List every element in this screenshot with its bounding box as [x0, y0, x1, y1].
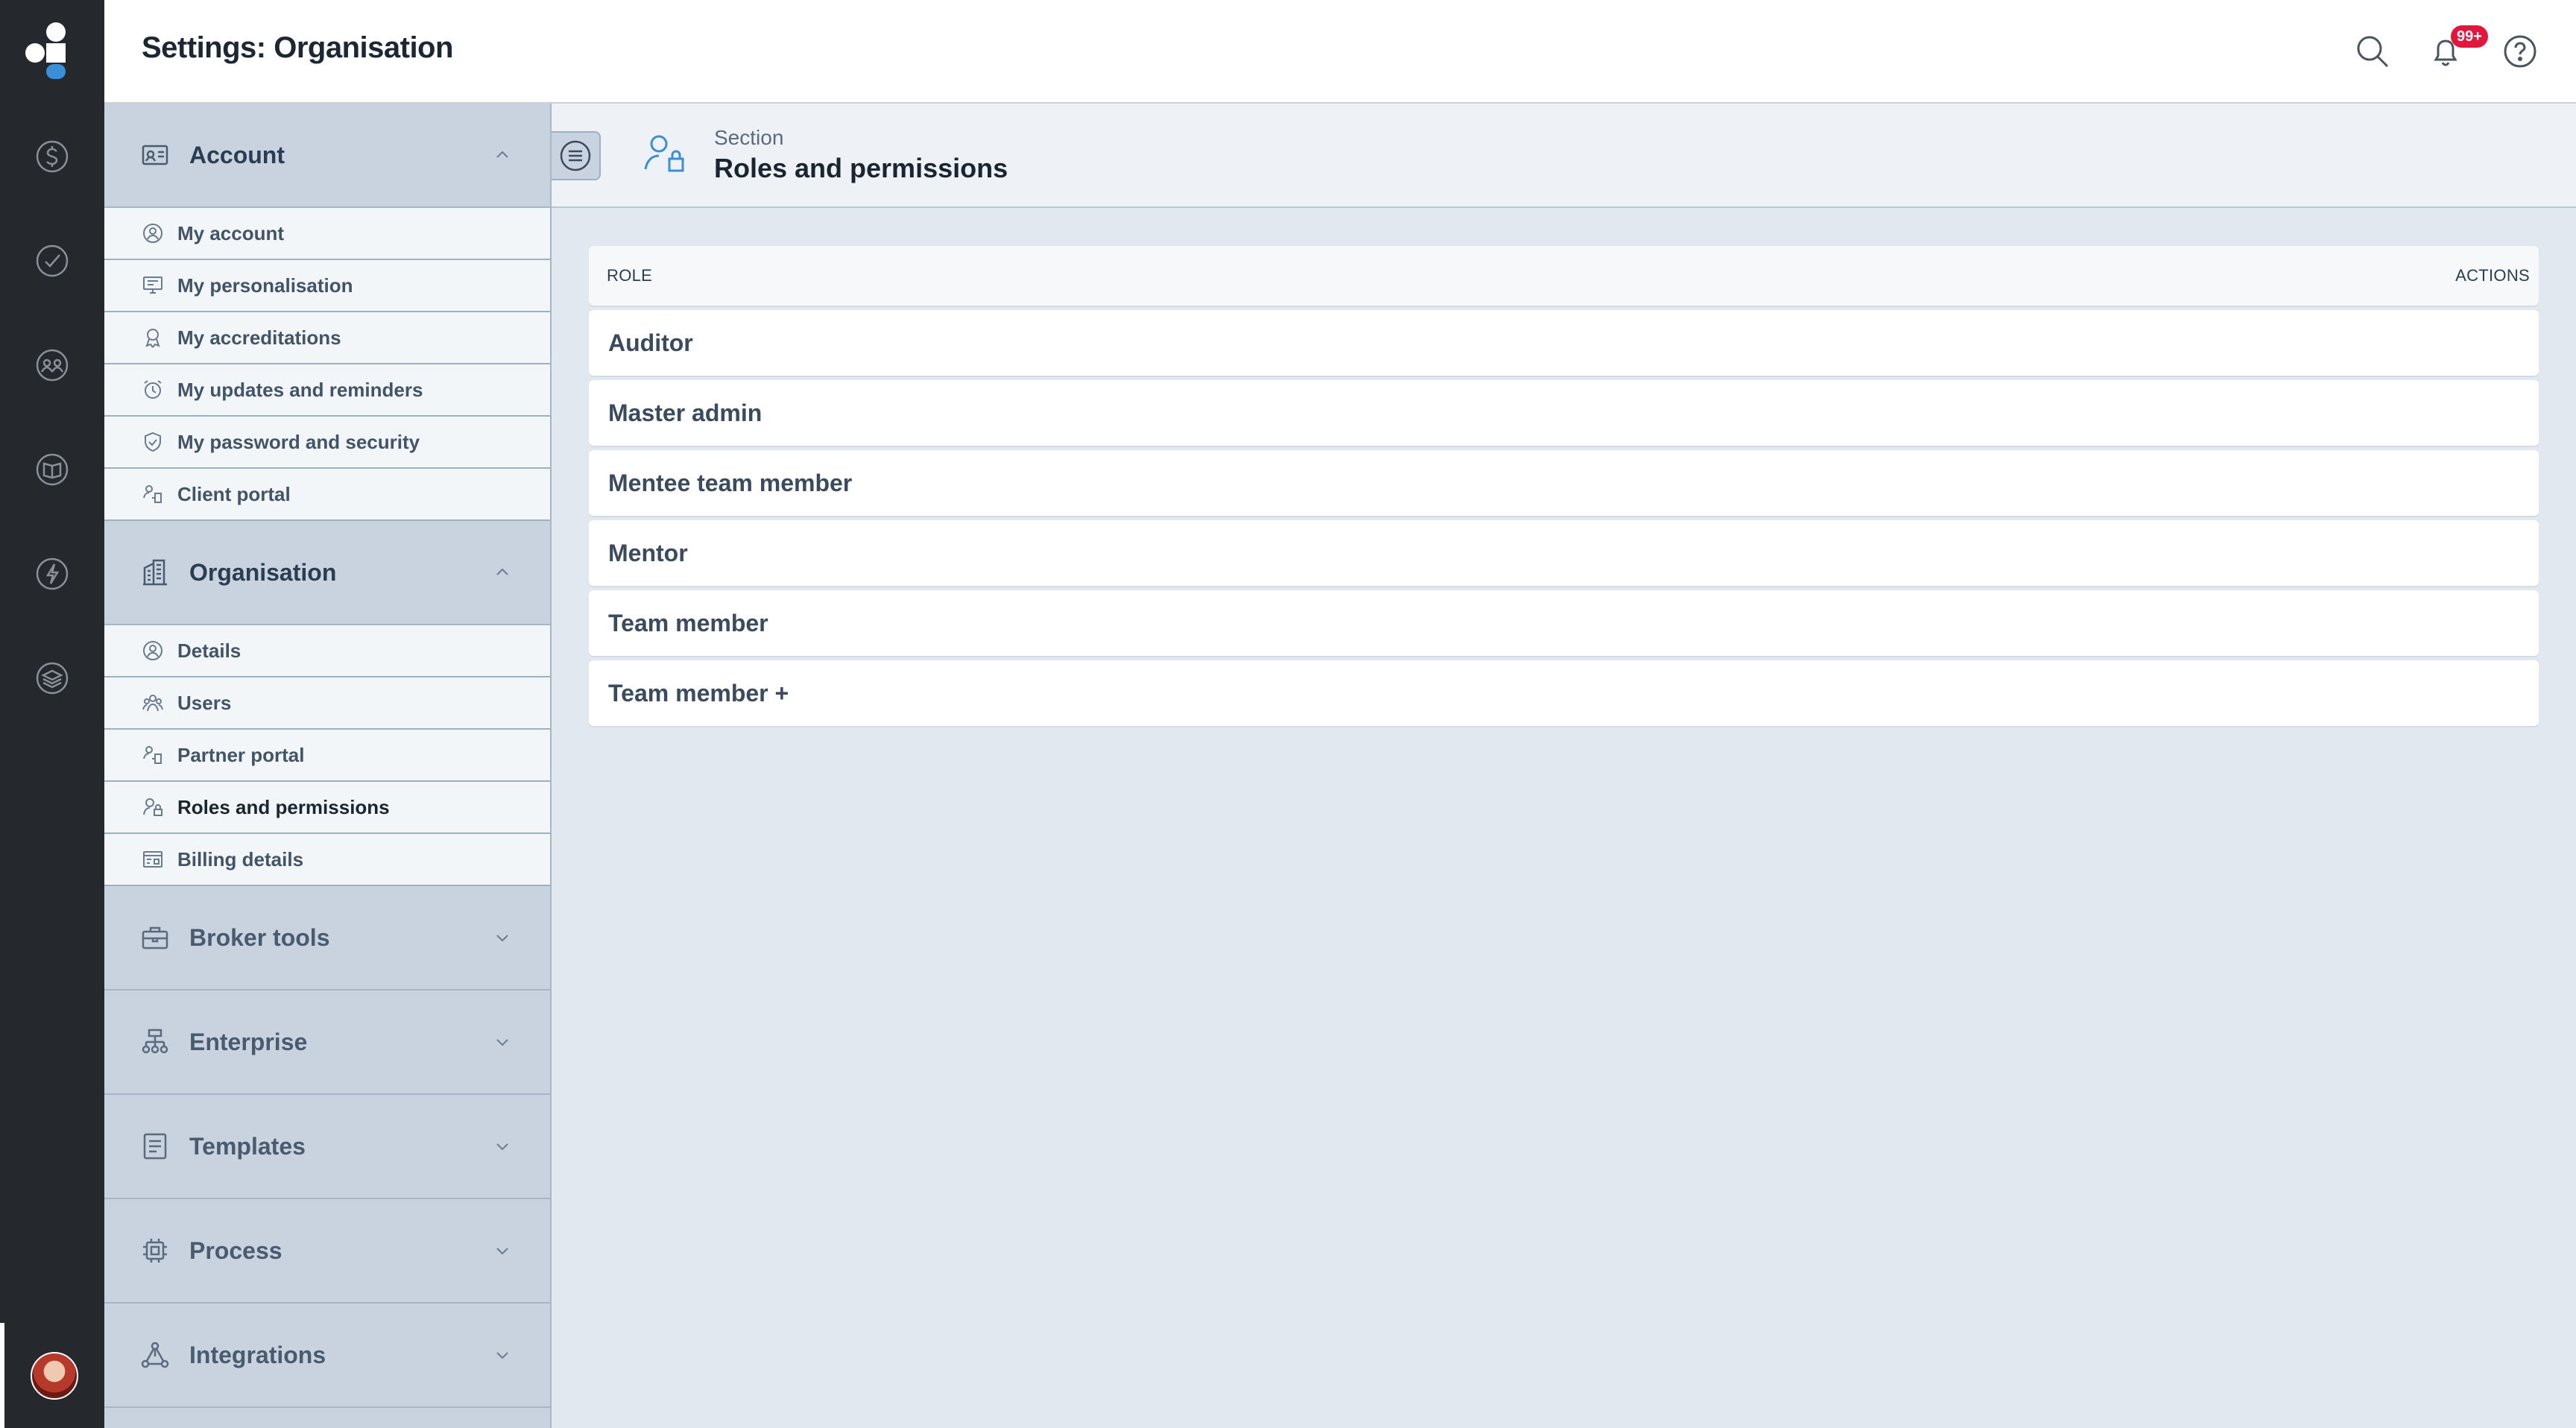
roles-table: ROLE ACTIONS Auditor Master admin Mentee… — [589, 246, 2539, 726]
table-row[interactable]: Team member — [589, 590, 2539, 656]
menu-group-label: Organisation — [189, 558, 337, 586]
logo-icon[interactable] — [21, 19, 83, 82]
id-card-icon — [140, 140, 170, 170]
menu-group-label: Broker tools — [189, 923, 330, 951]
chevron-down-icon — [493, 1137, 511, 1155]
menu-item-label: Billing details — [177, 847, 304, 871]
section-title: Roles and permissions — [714, 153, 1008, 183]
user-lock-icon — [142, 796, 164, 818]
section-header: Section Roles and permissions — [552, 104, 2576, 208]
user-circle-icon — [142, 639, 164, 662]
menu-item-client-portal[interactable]: Client portal — [104, 469, 550, 521]
page-title: Settings: Organisation — [142, 31, 453, 64]
chevron-up-icon — [493, 146, 511, 164]
menu-group-enterprise[interactable]: Enterprise — [104, 991, 550, 1095]
lightning-icon[interactable] — [33, 555, 72, 593]
billing-icon — [142, 848, 164, 871]
chip-icon — [140, 1236, 170, 1266]
menu-group-integrations[interactable]: Integrations — [104, 1304, 550, 1408]
menu-group-label: Account — [189, 141, 285, 168]
user-circle-icon — [142, 222, 164, 244]
menu-group-broker-tools[interactable]: Broker tools — [104, 886, 550, 991]
role-name: Mentee team member — [608, 469, 853, 496]
people-icon[interactable] — [33, 346, 72, 385]
chevron-down-icon — [493, 1242, 511, 1260]
menu-group-label: Templates — [189, 1132, 306, 1160]
role-name: Mentor — [608, 539, 688, 566]
menu-group-organisation[interactable]: Organisation — [104, 521, 550, 625]
dollar-icon[interactable] — [33, 137, 72, 176]
alarm-icon — [142, 379, 164, 401]
chevron-down-icon — [493, 929, 511, 947]
menu-item-my-updates-reminders[interactable]: My updates and reminders — [104, 364, 550, 417]
menu-item-partner-portal[interactable]: Partner portal — [104, 730, 550, 782]
chevron-down-icon — [493, 1033, 511, 1051]
menu-item-my-accreditations[interactable]: My accreditations — [104, 312, 550, 364]
menu-item-label: Details — [177, 639, 242, 662]
settings-menu: Account My account My personalisation My… — [104, 104, 552, 1428]
role-name: Team member — [608, 609, 768, 636]
portal-icon — [142, 744, 164, 766]
menu-group-process[interactable]: Process — [104, 1199, 550, 1304]
menu-item-label: Client portal — [177, 482, 291, 505]
portal-icon — [142, 483, 164, 505]
menu-item-label: My account — [177, 221, 285, 244]
menu-item-details[interactable]: Details — [104, 625, 550, 677]
search-icon[interactable] — [2351, 30, 2394, 73]
column-header-role[interactable]: ROLE — [607, 266, 652, 285]
menu-lines-icon — [559, 139, 592, 172]
menu-item-roles-permissions[interactable]: Roles and permissions — [104, 782, 550, 834]
check-circle-icon[interactable] — [33, 241, 72, 280]
role-name: Team member + — [608, 679, 789, 707]
table-row[interactable]: Mentor — [589, 520, 2539, 586]
users-icon — [142, 692, 164, 714]
menu-item-users[interactable]: Users — [104, 677, 550, 730]
monitor-icon — [142, 274, 164, 297]
role-name: Auditor — [608, 329, 693, 356]
column-header-actions: ACTIONS — [2455, 266, 2530, 285]
menu-group-label: Process — [189, 1236, 282, 1264]
menu-item-label: My updates and reminders — [177, 378, 423, 401]
menu-item-label: My personalisation — [177, 274, 353, 297]
menu-item-my-personalisation[interactable]: My personalisation — [104, 260, 550, 312]
chevron-down-icon — [493, 1346, 511, 1364]
table-header: ROLE ACTIONS — [589, 246, 2539, 306]
menu-group-label: Enterprise — [189, 1028, 308, 1055]
user-avatar-button[interactable] — [0, 1323, 104, 1428]
chevron-up-icon — [493, 563, 511, 581]
top-header: Settings: Organisation 99+ — [104, 0, 2576, 104]
table-row[interactable]: Mentee team member — [589, 450, 2539, 516]
user-lock-icon — [641, 130, 689, 178]
menu-item-label: My password and security — [177, 430, 420, 453]
role-name: Master admin — [608, 399, 763, 426]
building-icon — [140, 557, 170, 587]
menu-item-label: My accreditations — [177, 326, 341, 349]
table-row[interactable]: Team member + — [589, 660, 2539, 726]
menu-item-billing-details[interactable]: Billing details — [104, 834, 550, 886]
award-icon — [142, 326, 164, 349]
table-row[interactable]: Master admin — [589, 380, 2539, 446]
briefcase-icon — [140, 923, 170, 952]
menu-item-my-password-security[interactable]: My password and security — [104, 417, 550, 469]
help-icon[interactable] — [2498, 30, 2542, 73]
network-icon — [140, 1340, 170, 1370]
notification-badge: 99+ — [2451, 25, 2488, 48]
app-rail — [0, 0, 104, 1428]
menu-item-my-account[interactable]: My account — [104, 208, 550, 260]
menu-item-label: Partner portal — [177, 743, 305, 766]
menu-item-label: Roles and permissions — [177, 795, 390, 818]
menu-item-label: Users — [177, 691, 232, 714]
menu-group-templates[interactable]: Templates — [104, 1095, 550, 1199]
table-row[interactable]: Auditor — [589, 310, 2539, 376]
document-icon — [140, 1131, 170, 1161]
hierarchy-icon — [140, 1027, 170, 1057]
avatar — [31, 1351, 78, 1400]
book-icon[interactable] — [33, 450, 72, 489]
menu-group-label: Integrations — [189, 1341, 326, 1368]
layers-icon[interactable] — [33, 659, 72, 698]
section-kicker: Section — [714, 126, 784, 149]
shield-icon — [142, 431, 164, 453]
menu-group-account[interactable]: Account — [104, 104, 550, 208]
toggle-menu-button[interactable] — [552, 131, 601, 180]
